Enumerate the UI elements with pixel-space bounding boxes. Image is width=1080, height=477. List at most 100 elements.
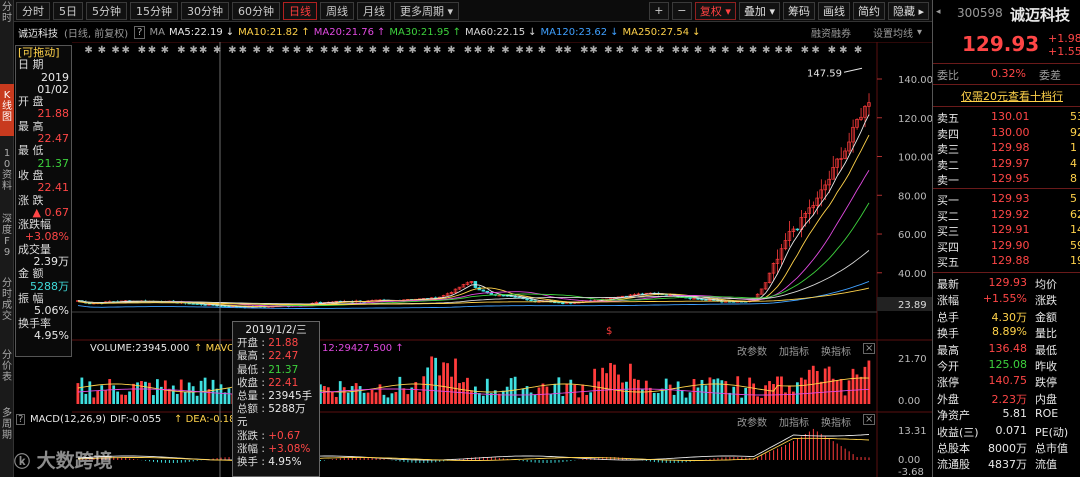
ask-row[interactable]: 卖四 130.00 92	[933, 126, 1080, 141]
left-tab-fenshi[interactable]: 分时	[0, 2, 14, 48]
volume-bar	[120, 394, 123, 404]
bid-row[interactable]: 买三 129.91 14	[933, 223, 1080, 238]
macd-switch-indicator-button[interactable]: 换指标	[821, 414, 851, 429]
volume-value-text: VOLUME:23945.000	[90, 343, 190, 354]
divider	[933, 188, 1080, 189]
period-30min[interactable]: 30分钟	[181, 1, 229, 20]
left-tab-f10[interactable]: 10资料	[0, 148, 14, 208]
divider	[933, 84, 1080, 85]
zoom-in-icon[interactable]: +	[648, 1, 669, 20]
weibi-label: 委比	[937, 69, 959, 82]
left-tab-kline[interactable]: K线图	[0, 84, 14, 136]
ma-line-60	[77, 250, 870, 305]
event-dot: ✱	[656, 45, 664, 56]
volume-bar	[140, 381, 143, 404]
period-60min[interactable]: 60分钟	[232, 1, 280, 20]
bid-row[interactable]: 买一 129.93 5	[933, 192, 1080, 207]
chips-button[interactable]: 筹码	[782, 1, 815, 20]
volume-bar	[716, 378, 720, 404]
left-tab-price-table[interactable]: 分价表	[0, 350, 14, 398]
simple-button[interactable]: 简约	[852, 1, 885, 20]
bid-row[interactable]: 买四 129.90 59	[933, 239, 1080, 254]
volume-bar	[545, 386, 549, 404]
stat-value: 5.81	[1002, 407, 1028, 421]
ma-label: MA	[149, 26, 165, 38]
ma-title-bar: 诚迈科技 (日线, 前复权) ? MA MA5:22.19 ↓ MA10:21.82…	[14, 23, 932, 41]
help-icon[interactable]: ?	[134, 25, 146, 39]
volume-bar	[688, 392, 692, 404]
financing-link[interactable]: 融资融券	[811, 25, 851, 40]
overlay-button[interactable]: 叠加 ▾	[738, 1, 780, 20]
ma-settings-link[interactable]: 设置均线	[873, 25, 913, 40]
tooltip-turn-row: 换手 : 4.95%	[237, 456, 302, 469]
zoom-out-icon[interactable]: −	[671, 1, 692, 20]
ask-row[interactable]: 卖五 130.01 53	[933, 110, 1080, 125]
ask-label: 卖五	[937, 112, 959, 125]
period-5day[interactable]: 5日	[53, 1, 83, 20]
ma-arrow-icon: ↑	[301, 26, 310, 38]
stat-label-2: 最低	[1035, 343, 1057, 357]
close-icon[interactable]: ×	[863, 343, 876, 354]
period-monthly[interactable]: 月线	[357, 1, 391, 20]
volume-bar	[748, 377, 752, 404]
ask-row[interactable]: 卖一 129.95 8	[933, 172, 1080, 187]
volume-bar	[100, 385, 104, 404]
hide-button[interactable]: 隐藏 ▸	[887, 1, 929, 20]
kline-chart-area[interactable]: 140.00 120.00 100.00 80.00 60.00 40.00 23.89 14…	[72, 42, 932, 477]
chevron-down-icon: ▾	[725, 4, 731, 18]
y-tick-label: 40.00	[898, 269, 927, 280]
draw-line-button[interactable]: 画线	[817, 1, 850, 20]
left-tab-multi-period[interactable]: 多周期	[0, 408, 14, 456]
ask-row[interactable]: 卖二 129.97 4	[933, 157, 1080, 172]
volume-bar	[346, 392, 350, 404]
bid-volume: 14	[1070, 223, 1080, 236]
close-icon[interactable]: ×	[863, 414, 876, 425]
period-fenshi[interactable]: 分时	[16, 1, 50, 20]
vol-switch-indicator-button[interactable]: 换指标	[821, 343, 851, 358]
left-tab-depth[interactable]: 深度F9	[0, 214, 14, 274]
info-panel[interactable]: [可拖动] 日 期 2019 01/02 开 盘 21.88 最 高 22.47…	[15, 45, 72, 357]
ask-row[interactable]: 卖三 129.98 1	[933, 141, 1080, 156]
period-weekly[interactable]: 周线	[320, 1, 354, 20]
period-more[interactable]: 更多周期 ▾	[394, 1, 460, 20]
help-icon[interactable]: ?	[16, 414, 26, 425]
stat-value: +1.55%	[982, 292, 1027, 306]
macd-add-indicator-button[interactable]: 加指标	[779, 414, 809, 429]
volume-bar	[740, 397, 744, 404]
adjust-button[interactable]: 复权 ▾	[694, 1, 736, 20]
volume-bar	[88, 381, 92, 404]
bid-row[interactable]: 买二 129.92 62	[933, 208, 1080, 223]
period-daily[interactable]: 日线	[283, 1, 317, 20]
tooltip-chg-row: 涨跌 : +0.67	[237, 429, 301, 442]
period-15min[interactable]: 15分钟	[130, 1, 178, 20]
event-dot: ✱	[474, 45, 482, 56]
volume-bar	[394, 392, 398, 404]
stat-label: 总手	[937, 310, 959, 324]
chevron-left-icon[interactable]: ◂	[936, 7, 941, 17]
vol-add-indicator-button[interactable]: 加指标	[779, 343, 809, 358]
event-dot: ✱	[631, 45, 639, 56]
event-dot: ✱	[672, 45, 680, 56]
candle-body	[191, 303, 195, 305]
volume-bar	[768, 381, 771, 404]
tooltip-vol-row: 总量 : 23945手	[237, 390, 313, 403]
promo-link[interactable]: 仅需20元查看十档行	[961, 88, 1063, 104]
bid-row[interactable]: 买五 129.88 19	[933, 254, 1080, 269]
vol-change-params-button[interactable]: 改参数	[737, 343, 767, 358]
stat-row: 今开 125.08 昨收	[933, 358, 1080, 373]
stat-label: 最高	[937, 343, 959, 357]
volume-bar	[219, 384, 223, 404]
period-5min[interactable]: 5分钟	[86, 1, 127, 20]
event-dot: ✱	[464, 45, 472, 56]
promo-row[interactable]: 仅需20元查看十档行	[933, 88, 1080, 103]
left-tab-trades[interactable]: 分时成交	[0, 278, 14, 344]
event-dot: ✱	[811, 45, 819, 56]
volume-header: VOLUME:23945.000 ↑ MAVOL1 12:29427.500 ↑…	[72, 343, 880, 358]
quote-panel: ◂ 300598 诚迈科技 129.93 +1.98 +1.55 委比 0.32…	[932, 0, 1080, 477]
stat-row: 总手 4.30万 金额	[933, 309, 1080, 324]
macd-change-params-button[interactable]: 改参数	[737, 414, 767, 429]
volume-bar	[533, 394, 537, 404]
volume-bar	[760, 397, 763, 404]
volume-bar	[541, 383, 545, 404]
stat-label: 今开	[937, 360, 959, 373]
